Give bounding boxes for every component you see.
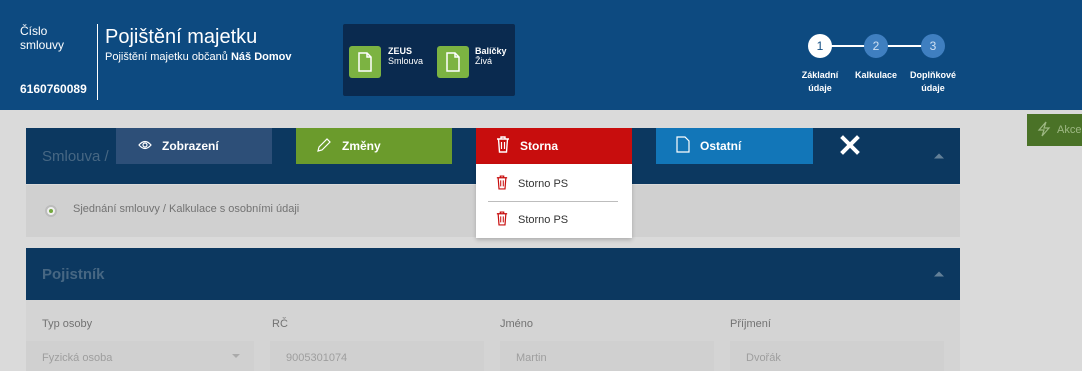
changes-button-label: Změny [342,139,381,153]
subtitle-product: Náš Domov [230,51,292,63]
doc-balicky-subtitle: Živá [475,56,493,66]
page-title-block: Pojištění majetku Pojištění majetku obča… [105,26,292,63]
page-title: Pojištění majetku [105,26,258,48]
page-subtitle: Pojištění majetku občanů Náš Domov [105,51,292,63]
document-icon[interactable] [349,46,381,78]
pencil-icon [316,137,332,156]
close-icon[interactable] [840,135,860,155]
documents-panel: ZEUS Smlouva Balíčky Živá [343,24,515,96]
storno-button[interactable]: Storna [476,128,632,164]
step-1[interactable]: 1 [808,34,832,58]
other-button-label: Ostatní [700,139,742,153]
trash-icon [496,136,510,156]
doc-zeus-title: ZEUS [388,46,413,56]
document-icon [676,136,690,156]
eye-icon [138,139,152,153]
contract-number-value: 6160760089 [20,82,87,96]
storno-menu-item-label: Storno PS [518,214,569,226]
step-2-label[interactable]: Kalkulace [844,69,908,82]
storno-menu-item-label: Storno PS [518,178,569,190]
other-button[interactable]: Ostatní [656,128,813,164]
progress-stepper: 1 2 3 Základní údaje Kalkulace Doplňkové… [800,34,980,100]
document-icon[interactable] [437,46,469,78]
step-1-label[interactable]: Základní údaje [794,69,846,95]
view-button[interactable]: Zobrazení [116,128,272,164]
contract-number-label: Číslo smlouvy [20,24,65,52]
storno-dropdown-menu: Storno PS Storno PS [476,164,632,238]
changes-button[interactable]: Změny [296,128,452,164]
doc-balicky-title: Balíčky [475,46,507,56]
contract-number-block: Číslo smlouvy 6160760089 [20,24,98,100]
doc-zeus[interactable]: ZEUS Smlouva [388,46,423,66]
storno-menu-item[interactable]: Storno PS [476,166,632,202]
step-3-label[interactable]: Doplňkové údaje [904,69,962,95]
trash-icon [496,175,508,193]
step-3[interactable]: 3 [921,34,945,58]
subtitle-prefix: Pojištění majetku občanů [105,51,228,63]
step-2[interactable]: 2 [864,34,888,58]
doc-zeus-subtitle: Smlouva [388,56,424,66]
trash-icon [496,211,508,229]
storno-button-label: Storna [520,139,559,153]
doc-balicky[interactable]: Balíčky Živá [475,46,507,66]
app-header: Číslo smlouvy 6160760089 Pojištění majet… [0,0,1082,110]
view-button-label: Zobrazení [162,139,219,153]
storno-menu-item[interactable]: Storno PS [476,202,632,238]
